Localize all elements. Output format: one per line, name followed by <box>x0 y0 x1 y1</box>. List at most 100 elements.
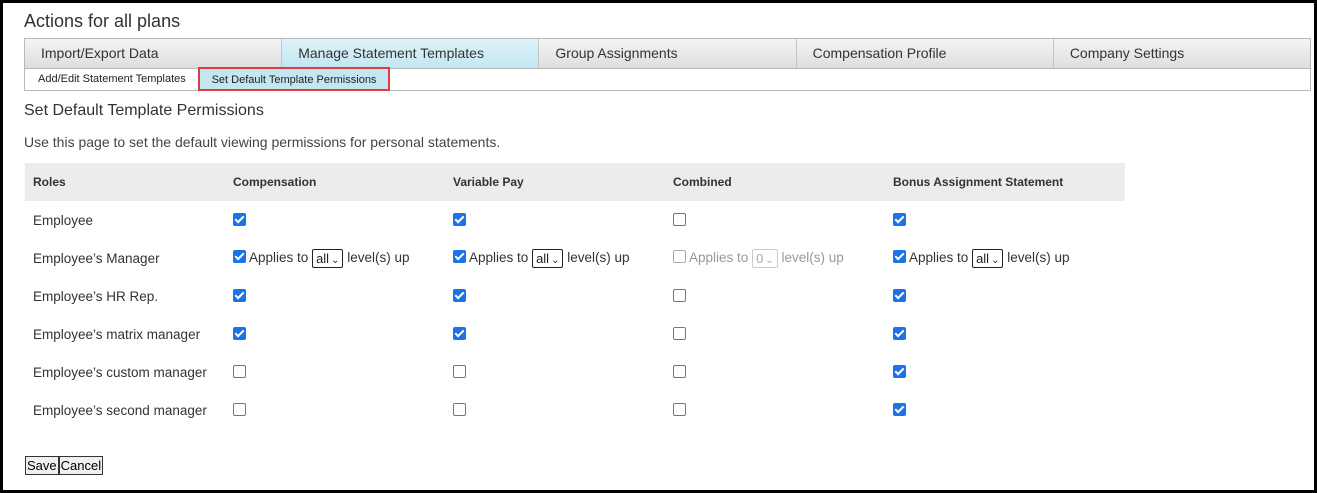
permission-checkbox-variable-pay[interactable] <box>453 364 466 378</box>
chevron-down-icon: ⌄ <box>551 254 560 266</box>
permission-checkbox-combined[interactable] <box>673 326 686 340</box>
role-name: Employee <box>33 212 94 228</box>
cell-variable-pay <box>445 391 665 429</box>
role-name: Employee’s custom manager <box>33 364 207 380</box>
cell-variable-pay <box>445 277 665 315</box>
permission-checkbox-compensation[interactable] <box>233 326 246 340</box>
cell-bonus-assignment-statement <box>885 201 1125 239</box>
subtab-add-edit-statement-templates[interactable]: Add/Edit Statement Templates <box>38 69 186 90</box>
levels-up-select: 0 ⌄ <box>752 248 778 268</box>
cell-compensation <box>225 277 445 315</box>
role-name: Employee’s Manager <box>33 250 160 266</box>
permission-checkbox-compensation[interactable] <box>233 364 246 378</box>
subtab-set-default-template-permissions[interactable]: Set Default Template Permissions <box>198 67 390 91</box>
permission-checkbox-compensation[interactable] <box>233 249 246 263</box>
cell-combined <box>665 315 885 353</box>
tab-company-settings[interactable]: Company Settings <box>1053 39 1311 68</box>
cell-combined <box>665 353 885 391</box>
header-compensation: Compensation <box>225 163 445 201</box>
role-name: Employee’s matrix manager <box>33 326 201 342</box>
tab-manage-statement-templates[interactable]: Manage Statement Templates <box>282 39 540 68</box>
cell-compensation <box>225 353 445 391</box>
cell-variable-pay <box>445 353 665 391</box>
permission-checkbox-combined[interactable] <box>673 402 686 416</box>
table-row: Employee’s custom manager <box>25 353 1125 391</box>
levels-up-value: all <box>976 250 990 266</box>
app-frame: Actions for all plans Import/Export Data… <box>0 0 1317 493</box>
permission-checkbox-combined[interactable] <box>673 212 686 226</box>
form-buttons: Save Cancel <box>25 456 104 475</box>
header-variable-pay: Variable Pay <box>445 163 665 201</box>
chevron-down-icon: ⌄ <box>331 254 340 266</box>
chevron-down-icon: ⌄ <box>765 254 774 266</box>
cell-variable-pay <box>445 201 665 239</box>
header-combined: Combined <box>665 163 885 201</box>
permission-checkbox-bonus-assignment-statement[interactable] <box>893 288 906 302</box>
levels-up-value: all <box>316 250 330 266</box>
tab-group-assignments[interactable]: Group Assignments <box>539 39 797 68</box>
cell-variable-pay: Applies to all ⌄ level(s) up <box>445 239 665 277</box>
page-title: Actions for all plans <box>24 11 181 31</box>
permission-checkbox-combined[interactable] <box>673 364 686 378</box>
permission-checkbox-variable-pay[interactable] <box>453 288 466 302</box>
header-roles: Roles <box>25 163 225 201</box>
permission-checkbox-compensation[interactable] <box>233 402 246 416</box>
tab-compensation-profile[interactable]: Compensation Profile <box>796 39 1054 68</box>
cell-compensation <box>225 201 445 239</box>
save-button[interactable]: Save <box>25 456 59 475</box>
levels-up-label: level(s) up <box>347 249 410 265</box>
section-title: Set Default Template Permissions <box>24 102 264 119</box>
applies-to-label: Applies to <box>249 249 309 265</box>
permission-checkbox-bonus-assignment-statement[interactable] <box>893 249 906 263</box>
cell-compensation: Applies to all ⌄ level(s) up <box>225 239 445 277</box>
levels-up-select[interactable]: all ⌄ <box>532 248 564 268</box>
permission-checkbox-bonus-assignment-statement[interactable] <box>893 326 906 340</box>
permission-checkbox-variable-pay[interactable] <box>453 249 466 263</box>
cell-bonus-assignment-statement <box>885 315 1125 353</box>
levels-up-value: 0 <box>756 250 764 266</box>
levels-up-value: all <box>536 250 550 266</box>
cell-bonus-assignment-statement <box>885 353 1125 391</box>
levels-up-label: level(s) up <box>567 249 630 265</box>
levels-up-label: level(s) up <box>781 249 844 265</box>
cell-combined: Applies to 0 ⌄ level(s) up <box>665 239 885 277</box>
cell-bonus-assignment-statement: Applies to all ⌄ level(s) up <box>885 239 1125 277</box>
levels-up-select[interactable]: all ⌄ <box>972 248 1004 268</box>
permission-checkbox-combined[interactable] <box>673 249 686 263</box>
sub-tab-bar: Add/Edit Statement Templates Set Default… <box>24 67 1311 91</box>
applies-to-label: Applies to <box>909 249 969 265</box>
chevron-down-icon: ⌄ <box>991 254 1000 266</box>
cell-compensation <box>225 391 445 429</box>
table-row: Employee <box>25 201 1125 239</box>
permission-checkbox-variable-pay[interactable] <box>453 212 466 226</box>
table-row: Employee’s Manager Applies to all ⌄ level(… <box>25 239 1125 277</box>
levels-up-label: level(s) up <box>1007 249 1070 265</box>
table-row: Employee’s HR Rep. <box>25 277 1125 315</box>
permission-checkbox-bonus-assignment-statement[interactable] <box>893 212 906 226</box>
table-row: Employee’s matrix manager <box>25 315 1125 353</box>
header-bonus-assignment-statement: Bonus Assignment Statement <box>885 163 1125 201</box>
permission-checkbox-variable-pay[interactable] <box>453 402 466 416</box>
permission-checkbox-compensation[interactable] <box>233 288 246 302</box>
role-name: Employee’s second manager <box>33 402 207 418</box>
levels-up-select[interactable]: all ⌄ <box>312 248 344 268</box>
applies-to-label: Applies to <box>689 249 749 265</box>
permission-checkbox-bonus-assignment-statement[interactable] <box>893 364 906 378</box>
permission-checkbox-variable-pay[interactable] <box>453 326 466 340</box>
table-header-row: Roles Compensation Variable Pay Combined… <box>25 163 1125 201</box>
cell-combined <box>665 391 885 429</box>
cell-combined <box>665 277 885 315</box>
permission-checkbox-combined[interactable] <box>673 288 686 302</box>
permission-checkbox-compensation[interactable] <box>233 212 246 226</box>
cancel-button[interactable]: Cancel <box>58 456 104 475</box>
cell-bonus-assignment-statement <box>885 277 1125 315</box>
cell-compensation <box>225 315 445 353</box>
cell-combined <box>665 201 885 239</box>
tab-import-export-data[interactable]: Import/Export Data <box>25 39 283 68</box>
permission-checkbox-bonus-assignment-statement[interactable] <box>893 402 906 416</box>
applies-to-label: Applies to <box>469 249 529 265</box>
permissions-table: Roles Compensation Variable Pay Combined… <box>25 163 1125 429</box>
cell-variable-pay <box>445 315 665 353</box>
table-row: Employee’s second manager <box>25 391 1125 429</box>
main-tab-bar: Import/Export Data Manage Statement Temp… <box>24 38 1311 69</box>
